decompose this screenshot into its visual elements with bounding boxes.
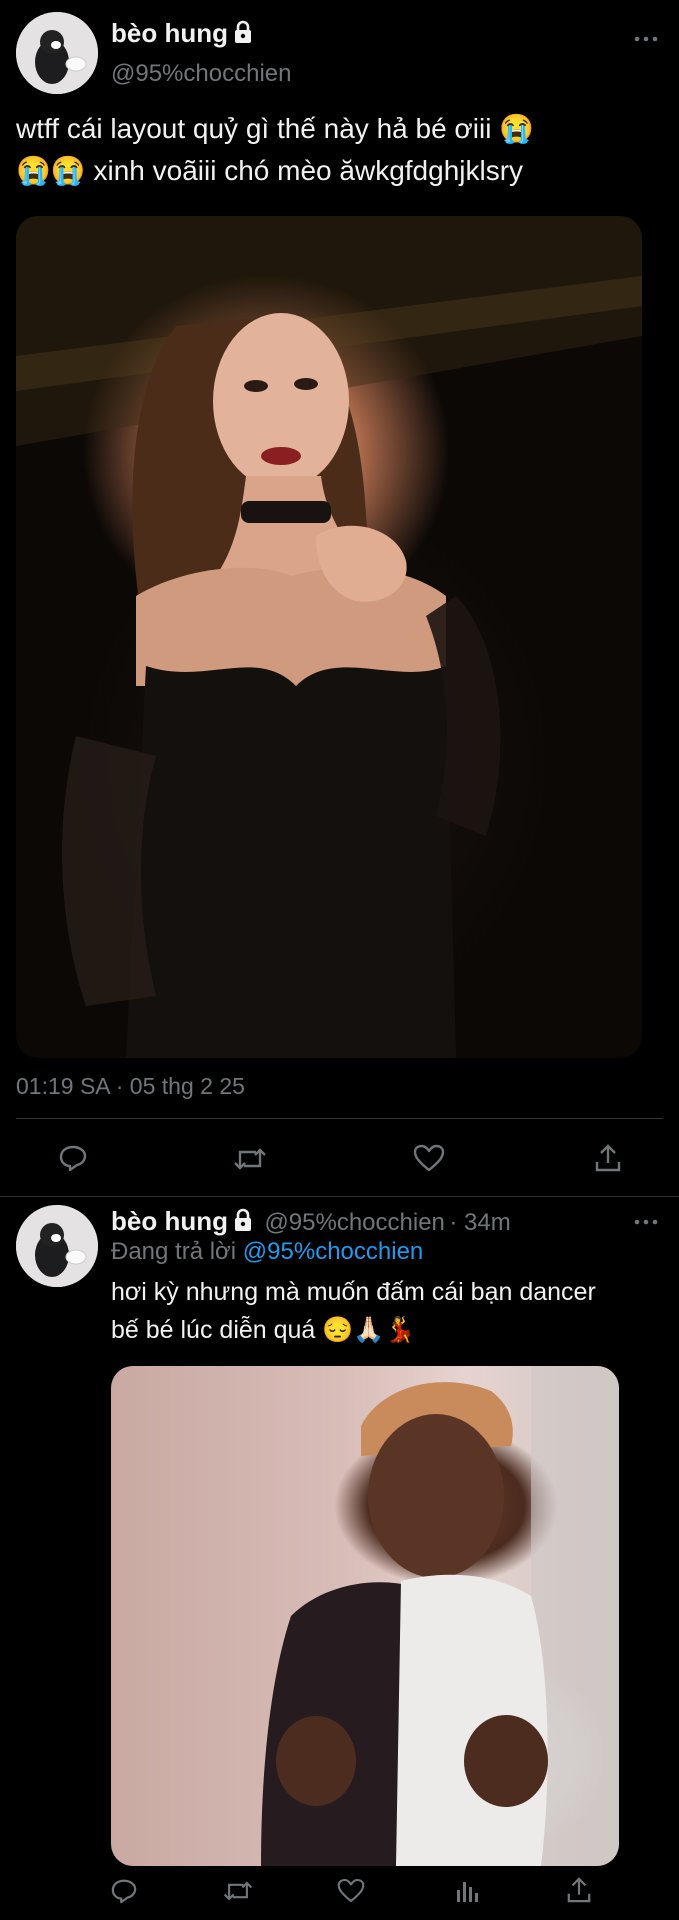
replying-to-link[interactable]: @95%chocchien: [243, 1238, 423, 1265]
reply-text-line-1: hơi kỳ nhưng mà muốn đấm cái bạn dancer: [111, 1278, 596, 1306]
avatar[interactable]: [16, 12, 98, 94]
heart-icon[interactable]: [337, 1878, 365, 1903]
reply-icon[interactable]: [110, 1878, 138, 1904]
avatar[interactable]: [16, 1205, 98, 1287]
display-name[interactable]: bèo hung: [111, 18, 228, 48]
analytics-icon[interactable]: [454, 1878, 480, 1904]
retweet-icon[interactable]: [222, 1879, 254, 1903]
display-name[interactable]: bèo hung: [111, 1206, 228, 1236]
reply-icon[interactable]: [58, 1144, 88, 1172]
lock-icon: [232, 20, 254, 49]
handle[interactable]: @95%chocchien: [111, 60, 291, 88]
reply-photo[interactable]: [111, 1366, 619, 1866]
retweet-icon[interactable]: [232, 1146, 268, 1172]
handle[interactable]: @95%chocchien: [264, 1209, 444, 1236]
reply-time[interactable]: · 34m: [449, 1209, 510, 1236]
share-icon[interactable]: [566, 1876, 592, 1904]
replying-prefix: Đang trả lời: [111, 1238, 237, 1265]
photo-content: [261, 1366, 619, 1866]
share-icon[interactable]: [594, 1143, 622, 1173]
reply-text-line-2: bế bé lúc diễn quá 😔🙏🏻💃: [111, 1316, 416, 1344]
avatar-image: [16, 12, 98, 94]
more-horizontal-icon[interactable]: [634, 36, 658, 42]
tweet-text-line-1: wtff cái layout quỷ gì thế này hả bé ơii…: [16, 113, 535, 144]
divider: [16, 1118, 663, 1119]
author-row: bèo hung: [111, 18, 254, 49]
tweet-text: wtff cái layout quỷ gì thế này hả bé ơii…: [16, 108, 666, 192]
avatar-image: [16, 1205, 98, 1287]
tweet-text-line-2: 😭😭 xinh voãiii chó mèo ăwkgfdghjklsry: [16, 155, 524, 186]
divider: [0, 1196, 679, 1197]
replying-to: Đang trả lời @95%chocchien: [111, 1238, 423, 1266]
heart-icon[interactable]: [413, 1144, 445, 1172]
photo-content: [16, 216, 642, 1058]
tweet-timestamp[interactable]: 01:19 SA · 05 thg 2 25: [16, 1073, 245, 1100]
reply-text: hơi kỳ nhưng mà muốn đấm cái bạn dancer …: [111, 1273, 671, 1349]
tweet-photo[interactable]: [16, 216, 642, 1058]
lock-icon: [232, 1208, 254, 1237]
more-horizontal-icon[interactable]: [634, 1219, 658, 1225]
reply-author-row: bèo hung @95%chocchien · 34m: [111, 1206, 511, 1237]
